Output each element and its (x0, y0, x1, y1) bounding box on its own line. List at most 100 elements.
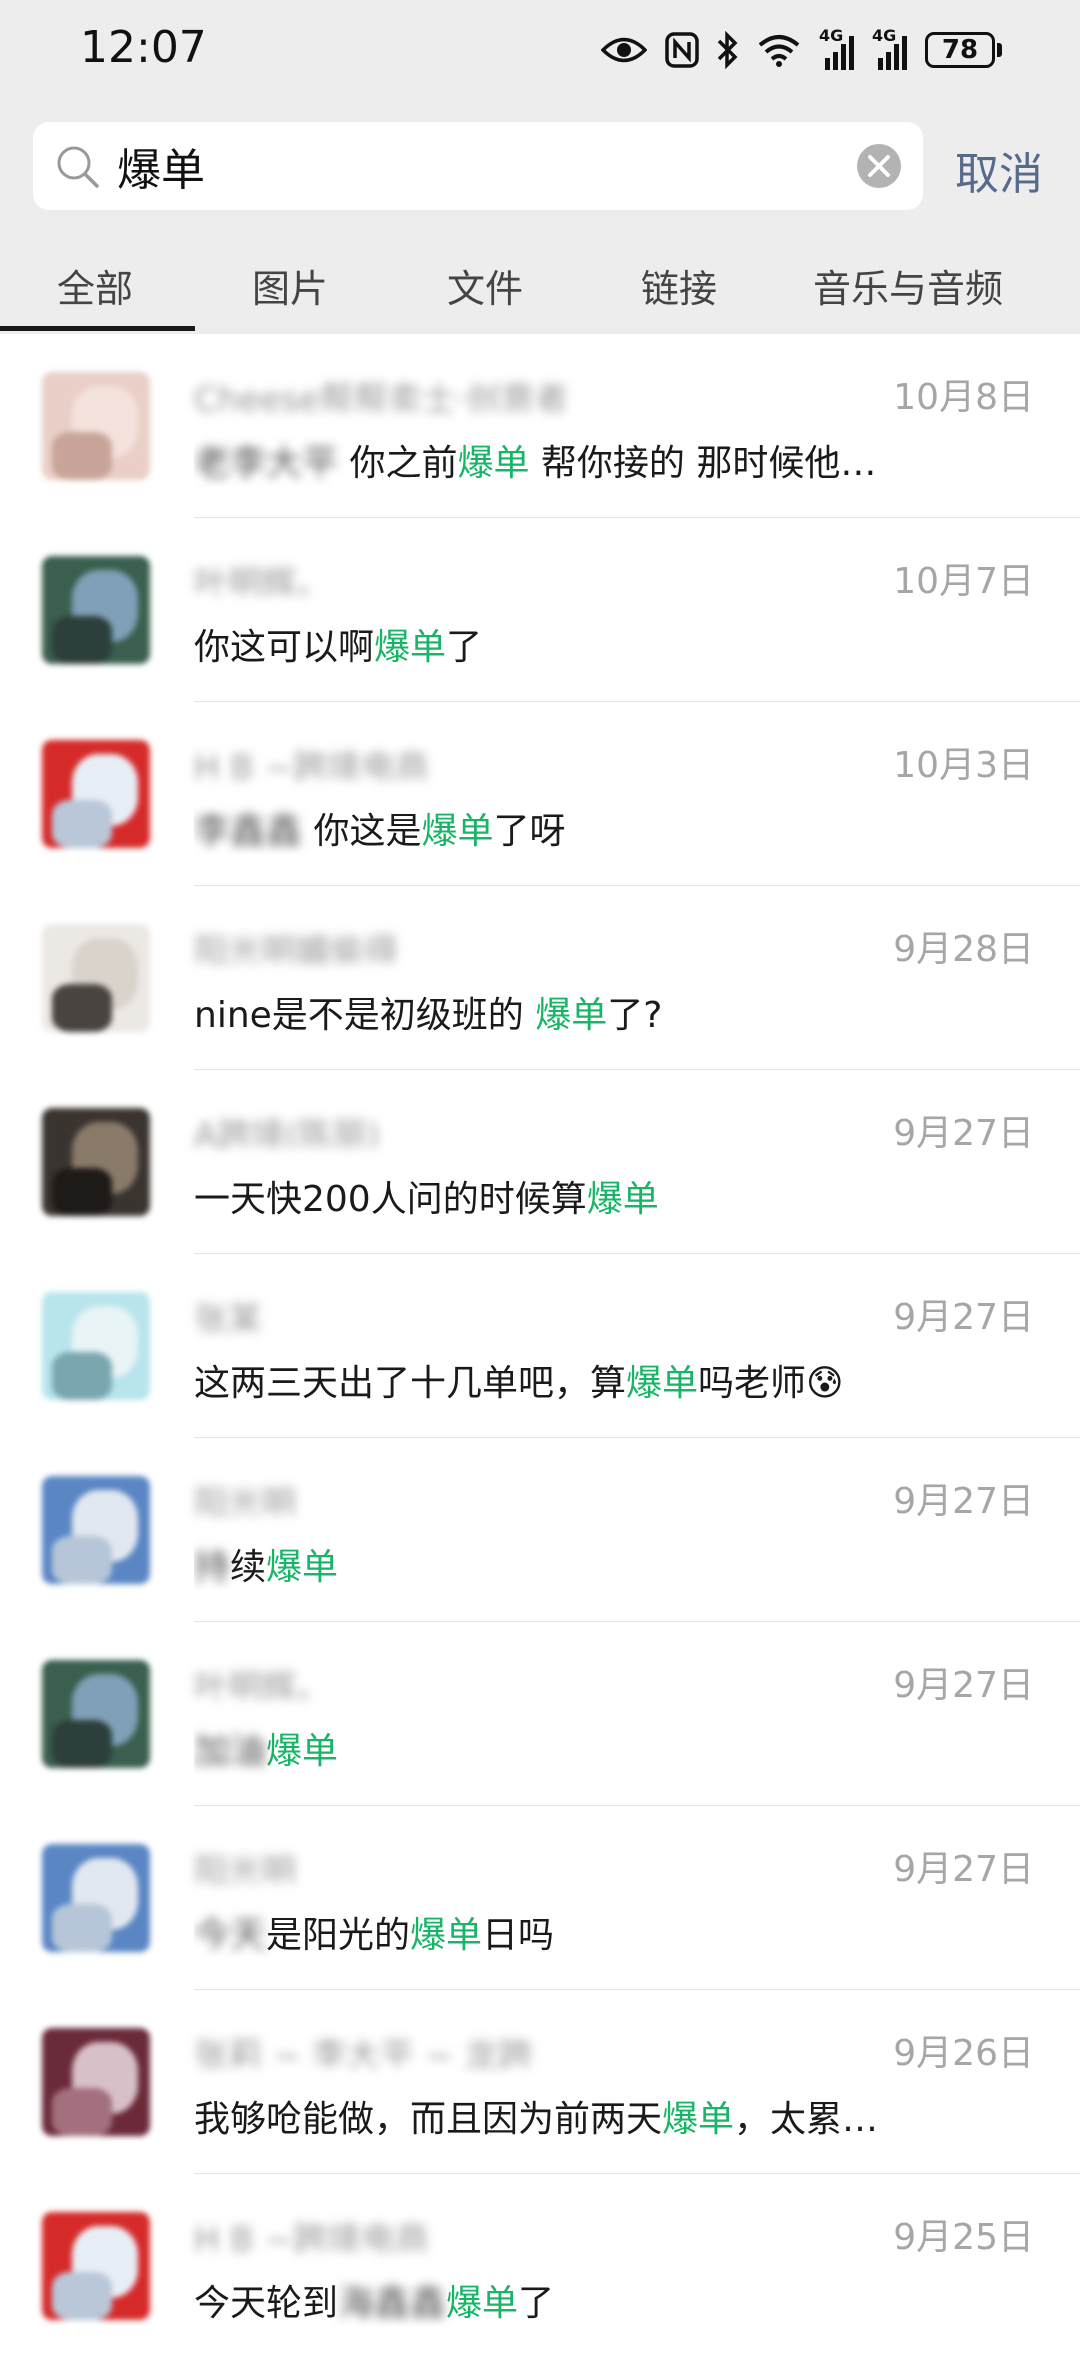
snippet-text: 了 (446, 627, 483, 668)
snippet-text: 吗老师😰 (698, 1363, 844, 1404)
contact-name: 张某 (194, 1300, 262, 1332)
redacted-text: 海鑫鑫 (338, 2283, 447, 2324)
wifi-icon (758, 35, 800, 67)
avatar-shape (52, 2088, 112, 2136)
avatar-shape (52, 616, 112, 664)
avatar-shape (52, 984, 112, 1032)
status-bar: 12:07 4G 4G 78 (0, 0, 1080, 100)
avatar-shape (52, 2272, 112, 2320)
avatar[interactable] (42, 740, 150, 848)
contact-name: 阳光明 (194, 1484, 296, 1516)
battery-tip (997, 43, 1002, 57)
result-row[interactable]: 叶明辉。 10月7日 你这可以啊爆单了 (0, 518, 1080, 702)
redacted-text: 加油 (194, 1731, 267, 1772)
snippet-text: 了 (518, 2283, 555, 2324)
tab-files[interactable]: 文件 (447, 258, 523, 313)
snippet-text: 你这可以啊 (194, 627, 375, 668)
snippet-text: 是阳光的 (266, 1915, 411, 1956)
contact-name: A跨境(陈丽) (194, 1116, 380, 1148)
tab-all[interactable]: 全部 (57, 258, 133, 313)
snippet-text: 帮你接的 那时候他… (529, 443, 877, 484)
message-snippet: 老李大平 你之前爆单 帮你接的 那时候他… (194, 434, 1044, 486)
result-row[interactable]: 阳光明媚偷得 9月28日 nine是不是初级班的 爆单了? (0, 886, 1080, 1070)
message-snippet: 今天是阳光的爆单日吗 (194, 1906, 1044, 1958)
keyword-highlight: 爆单 (457, 443, 530, 484)
avatar-shape (52, 1720, 112, 1768)
message-snippet: 李鑫鑫 你这是爆单了呀 (194, 802, 1044, 854)
message-date: 9月25日 (893, 2217, 1034, 2258)
clear-icon[interactable] (855, 142, 903, 190)
result-row[interactable]: H B ~跨境电商 10月3日 李鑫鑫 你这是爆单了呀 (0, 702, 1080, 886)
tab-music-audio[interactable]: 音乐与音频 (813, 258, 1003, 313)
avatar[interactable] (42, 1844, 150, 1952)
result-row[interactable]: A跨境(陈丽) 9月27日 一天快200人问的时候算爆单 (0, 1070, 1080, 1254)
message-date: 9月27日 (893, 1849, 1034, 1890)
avatar-shape (52, 800, 112, 848)
snippet-text: 一天快200人问的时候算 (194, 1179, 587, 1220)
message-snippet: 今天轮到海鑫鑫爆单了 (194, 2274, 1044, 2326)
signal-bar-1 (878, 58, 883, 70)
message-date: 10月7日 (893, 561, 1034, 602)
avatar[interactable] (42, 372, 150, 480)
snippet-text: 你之前 (338, 443, 458, 484)
cancel-button[interactable]: 取消 (955, 138, 1043, 202)
redacted-text: 今天 (194, 1915, 267, 1956)
avatar[interactable] (42, 1292, 150, 1400)
avatar-shape (52, 432, 112, 480)
cell-signal-2: 4G (872, 26, 907, 70)
avatar[interactable] (42, 2212, 150, 2320)
signal-bar-2 (833, 52, 838, 70)
message-snippet: nine是不是初级班的 爆单了? (194, 986, 1044, 1038)
avatar[interactable] (42, 556, 150, 664)
search-icon (57, 146, 99, 188)
signal-bar-4 (849, 36, 854, 70)
avatar-shape (52, 1904, 112, 1952)
snippet-text: 你这是 (302, 811, 422, 852)
avatar[interactable] (42, 924, 150, 1032)
avatar-shape (52, 1168, 112, 1216)
message-date: 10月3日 (893, 745, 1034, 786)
avatar-shape (52, 1352, 112, 1400)
result-row[interactable]: 阳光明 9月27日 持续爆单 (0, 1438, 1080, 1622)
avatar[interactable] (42, 1660, 150, 1768)
avatar[interactable] (42, 1476, 150, 1584)
tab-images[interactable]: 图片 (252, 258, 328, 313)
nfc-icon (665, 32, 699, 68)
result-row[interactable]: 张莉 ~ 李大平 ~ 龙跨 9月26日 我够呛能做，而且因为前两天爆单，太累… (0, 1990, 1080, 2174)
battery-level: 78 (925, 32, 995, 68)
result-row[interactable]: Cheese帮帮卖士·创意者 10月8日老李大平 你之前爆单 帮你接的 那时候他… (0, 334, 1080, 518)
signal-bar-3 (894, 44, 899, 70)
result-row[interactable]: 阳光明 9月27日今天是阳光的爆单日吗 (0, 1806, 1080, 1990)
signal-bar-4 (902, 36, 907, 70)
search-input[interactable] (117, 132, 857, 200)
snippet-text: 今天轮到 (194, 2283, 339, 2324)
status-time: 12:07 (80, 22, 207, 73)
result-row[interactable]: 张某 9月27日这两三天出了十几单吧，算爆单吗老师😰 (0, 1254, 1080, 1438)
tab-links[interactable]: 链接 (641, 258, 717, 313)
tab-selected-underline (0, 326, 195, 331)
message-date: 10月8日 (893, 377, 1034, 418)
keyword-highlight: 爆单 (374, 627, 447, 668)
message-snippet: 持续爆单 (194, 1538, 1044, 1590)
result-row[interactable]: H B ~跨境电商 9月25日今天轮到海鑫鑫爆单了 (0, 2174, 1080, 2357)
search-box[interactable] (33, 122, 923, 210)
keyword-highlight: 爆单 (662, 2099, 735, 2140)
category-tabs: 全部 图片 文件 链接 音乐与音频 (0, 236, 1080, 334)
contact-name: H B ~跨境电商 (194, 2220, 429, 2252)
message-date: 9月27日 (893, 1297, 1034, 1338)
snippet-text: 了? (607, 995, 663, 1036)
battery-indicator: 78 (925, 32, 1002, 68)
contact-name: Cheese帮帮卖士·创意者 (194, 380, 569, 412)
contact-name: 叶明辉。 (194, 1668, 330, 1700)
redacted-text: 老李大平 (194, 443, 339, 484)
avatar[interactable] (42, 1108, 150, 1216)
message-snippet: 你这可以啊爆单了 (194, 618, 1044, 670)
message-date: 9月27日 (893, 1665, 1034, 1706)
avatar[interactable] (42, 2028, 150, 2136)
status-icons: 4G 4G 78 (601, 26, 1002, 74)
contact-name: 阳光明 (194, 1852, 296, 1884)
message-snippet: 加油爆单 (194, 1722, 1044, 1774)
message-snippet: 这两三天出了十几单吧，算爆单吗老师😰 (194, 1354, 1044, 1406)
result-row[interactable]: 叶明辉。 9月27日加油爆单 (0, 1622, 1080, 1806)
message-date: 9月26日 (893, 2033, 1034, 2074)
